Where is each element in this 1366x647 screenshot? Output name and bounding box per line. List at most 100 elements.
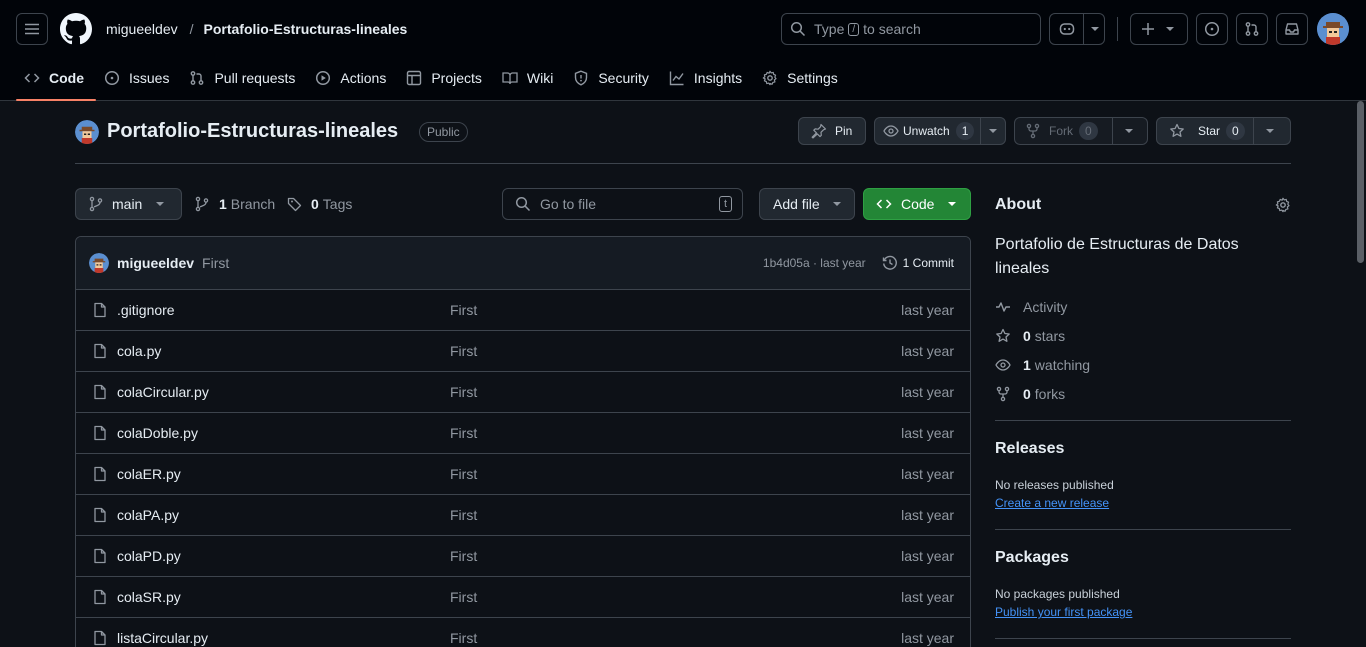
unwatch-button[interactable]: Unwatch 1 [874,117,1006,145]
tag-count-link[interactable]: 0 Tags [287,195,352,213]
file-icon [94,343,106,359]
file-name[interactable]: colaCircular.py [117,384,209,400]
watching-link[interactable]: 1 watching [995,356,1291,374]
search-icon [790,21,806,37]
avatar-image [1317,13,1349,45]
tab-settings[interactable]: Settings [754,56,850,100]
create-release-link[interactable]: Create a new release [995,496,1109,510]
file-row[interactable]: colaCircular.py First last year [76,372,970,413]
create-new-button[interactable] [1130,13,1188,45]
code-icon [24,73,40,83]
issue-icon [1204,21,1220,37]
tab-label: Actions [340,70,387,86]
inbox-icon [1285,23,1299,35]
file-icon [94,630,106,646]
file-row[interactable]: colaPD.py First last year [76,536,970,577]
tab-wiki[interactable]: Wiki [494,56,565,100]
pull-requests-button[interactable] [1236,13,1268,45]
pin-button[interactable]: Pin [798,117,866,145]
code-button[interactable]: Code [863,188,971,220]
file-commit-message[interactable]: First [450,548,477,564]
stars-link[interactable]: 0 stars [995,327,1291,345]
file-commit-message[interactable]: First [450,384,477,400]
file-commit-message[interactable]: First [450,466,477,482]
tab-label: Insights [693,70,743,86]
tab-label: Settings [787,70,838,86]
commits-link[interactable]: 1 Commit [882,255,954,271]
file-name[interactable]: colaPD.py [117,548,181,564]
avatar[interactable] [89,253,109,273]
pull-request-icon [1245,22,1259,36]
file-commit-message[interactable]: First [450,589,477,605]
tab-pull-requests[interactable]: Pull requests [181,56,307,100]
file-name[interactable]: listaCircular.py [117,630,208,646]
scrollbar-thumb[interactable] [1357,101,1364,263]
fork-button[interactable]: Fork 0 [1014,117,1148,145]
tab-insights[interactable]: Insights [661,56,754,100]
forks-link[interactable]: 0 forks [995,385,1291,403]
file-commit-message[interactable]: First [450,425,477,441]
search-prefix: Type [814,21,845,37]
fork-icon [1026,123,1040,139]
file-row[interactable]: cola.py First last year [76,331,970,372]
file-row[interactable]: colaER.py First last year [76,454,970,495]
github-logo-icon[interactable] [60,13,92,45]
about-description: Portafolio de Estructuras de Datos linea… [995,236,1239,277]
tab-label: Code [49,70,84,86]
file-row[interactable]: colaSR.py First last year [76,577,970,618]
file-commit-message[interactable]: First [450,630,477,646]
menu-button[interactable] [16,13,48,45]
activity-link[interactable]: Activity [995,298,1291,316]
inbox-button[interactable] [1276,13,1308,45]
chevron-down-icon [989,129,998,133]
releases-title[interactable]: Releases [995,440,1291,458]
issues-button[interactable] [1196,13,1228,45]
file-name[interactable]: .gitignore [117,302,175,318]
publish-package-link[interactable]: Publish your first package [995,605,1132,619]
file-name[interactable]: cola.py [117,343,161,359]
file-name[interactable]: colaPA.py [117,507,179,523]
divider [995,638,1291,639]
add-file-button[interactable]: Add file [759,188,855,220]
tab-code[interactable]: Code [16,56,96,101]
breadcrumb-owner[interactable]: migueeldev [106,21,178,37]
star-button[interactable]: Star 0 [1156,117,1291,145]
commit-message[interactable]: First [202,255,229,271]
tab-actions[interactable]: Actions [307,56,398,100]
avatar[interactable] [1317,13,1349,45]
tag-icon [287,197,302,212]
file-row[interactable]: listaCircular.py First last year [76,618,970,647]
repo-title[interactable]: Portafolio-Estructuras-lineales [107,120,398,143]
file-row[interactable]: colaDoble.py First last year [76,413,970,454]
branch-selector[interactable]: main [75,188,182,220]
packages-title[interactable]: Packages [995,549,1291,567]
copilot-button[interactable] [1049,13,1105,45]
search-input[interactable]: Type / to search [781,13,1041,45]
file-commit-message[interactable]: First [450,507,477,523]
scrollbar-track[interactable] [1355,101,1366,647]
file-name[interactable]: colaSR.py [117,589,181,605]
file-commit-message[interactable]: First [450,343,477,359]
divider [995,529,1291,530]
chevron-down-icon [832,202,841,206]
repo-owner-avatar[interactable] [75,120,99,144]
star-label: Star [1198,124,1221,138]
file-name[interactable]: colaDoble.py [117,425,198,441]
commit-author[interactable]: migueeldev [117,255,194,271]
file-name[interactable]: colaER.py [117,466,181,482]
file-commit-message[interactable]: First [450,302,477,318]
gear-icon[interactable] [1275,197,1291,213]
go-to-file-placeholder: Go to file [540,196,597,212]
file-row[interactable]: .gitignore First last year [76,290,970,331]
tag-count: 0 [311,196,319,212]
tab-security[interactable]: Security [565,56,661,100]
branch-count: 1 [219,196,227,212]
breadcrumb-repo[interactable]: Portafolio-Estructuras-lineales [204,21,408,37]
tab-projects[interactable]: Projects [398,56,494,100]
go-to-file-input[interactable]: Go to file t [502,188,743,220]
branch-count-link[interactable]: 1 Branch [194,195,275,213]
commit-hash-time[interactable]: 1b4d05a · last year [763,256,866,270]
file-row[interactable]: colaPA.py First last year [76,495,970,536]
tab-issues[interactable]: Issues [96,56,181,100]
create-release-label: Create a new release [995,496,1110,510]
